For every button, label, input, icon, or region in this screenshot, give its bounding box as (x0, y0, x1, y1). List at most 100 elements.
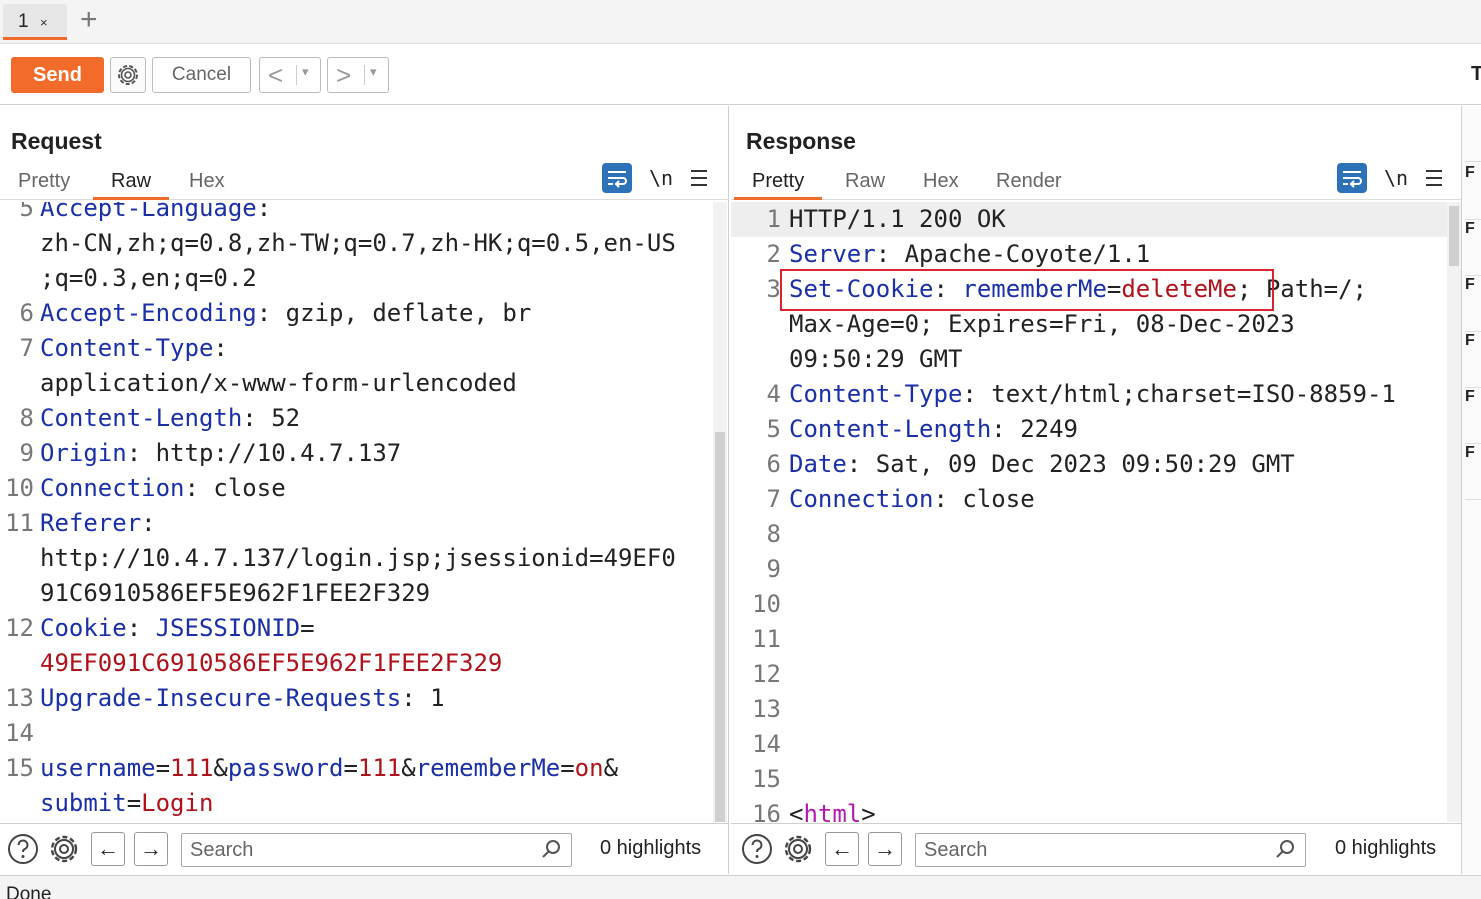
code-text: Connection: close (40, 471, 286, 506)
token-text: : http://10.4.7.137 (126, 439, 402, 467)
next-match-button[interactable]: → (134, 832, 168, 866)
line-number: 15 (5, 754, 34, 782)
scrollbar-thumb[interactable] (715, 432, 725, 822)
inspector-item[interactable]: F (1465, 444, 1481, 500)
line-number: 10 (5, 474, 34, 502)
code-text: username=111&password=111&rememberMe=on& (40, 751, 618, 786)
code-text: Referer: (40, 506, 156, 541)
token-value: Login (141, 789, 214, 817)
tab-raw[interactable]: Raw (93, 170, 170, 200)
wrap-icon (1337, 163, 1367, 193)
token-key: submit (40, 789, 127, 817)
line-number: 1 (766, 205, 781, 233)
gear-icon[interactable] (47, 832, 81, 866)
menu-button[interactable] (688, 168, 718, 198)
code-text: zh-CN,zh;q=0.8,zh-TW;q=0.7,zh-HK;q=0.5,e… (40, 226, 676, 261)
tab-render[interactable]: Render (996, 170, 1062, 200)
token-value: 111 (170, 754, 214, 782)
menu-button[interactable] (1423, 168, 1453, 198)
line-number: 12 (5, 614, 34, 642)
tab-pretty[interactable]: Pretty (734, 170, 823, 200)
search-input[interactable]: Search (181, 833, 572, 867)
line-number: 5 (766, 415, 781, 443)
show-newlines-toggle[interactable]: \n (649, 166, 673, 190)
token-text: zh-CN,zh;q=0.8,zh-TW;q=0.7,zh-HK;q=0.5,e… (40, 229, 676, 257)
tab-label: 1 (18, 11, 29, 32)
divider (296, 65, 297, 85)
inspector-item-label: F (1465, 164, 1475, 181)
tab-hex[interactable]: Hex (923, 170, 959, 200)
gear-icon (118, 65, 138, 85)
token-text: application/x-www-form-urlencoded (40, 369, 517, 397)
request-scrollbar[interactable] (713, 202, 727, 822)
line-number: 8 (19, 404, 34, 432)
chevron-down-icon[interactable]: ▾ (302, 64, 309, 80)
token-text: html (803, 800, 862, 822)
inspector-strip: F F F F F F (1462, 106, 1481, 874)
next-match-button[interactable]: → (868, 832, 902, 866)
line-number: 13 (5, 684, 34, 712)
tab-raw[interactable]: Raw (845, 170, 885, 200)
tab-hex[interactable]: Hex (189, 170, 225, 200)
code-text: Content-Type: text/html;charset=ISO-8859… (789, 377, 1396, 412)
inspector-item-label: F (1465, 220, 1475, 237)
word-wrap-button[interactable] (1337, 163, 1367, 193)
code-text: Upgrade-Insecure-Requests: 1 (40, 681, 445, 716)
inspector-item[interactable]: F (1465, 276, 1481, 332)
response-scrollbar[interactable] (1447, 202, 1461, 822)
tab-pretty[interactable]: Pretty (18, 170, 70, 200)
token-value: 49EF091C6910586EF5E962F1FEE2F329 (40, 649, 503, 677)
highlight-box (780, 269, 1274, 311)
inspector-item[interactable]: F (1465, 220, 1481, 276)
inspector-item[interactable]: F (1465, 164, 1481, 220)
add-tab-button[interactable]: + (80, 3, 98, 37)
scrollbar-thumb[interactable] (1449, 206, 1459, 266)
token-key: username (40, 754, 156, 782)
code-text: <html> (789, 797, 876, 822)
code-text: Accept-Language: (40, 202, 271, 226)
chevron-down-icon[interactable]: ▾ (370, 64, 377, 80)
inspector-item[interactable]: F (1465, 388, 1481, 444)
code-text: HTTP/1.1 200 OK (789, 202, 1006, 237)
help-icon[interactable] (6, 832, 40, 866)
show-newlines-toggle[interactable]: \n (1384, 166, 1408, 190)
code-text: Origin: http://10.4.7.137 (40, 436, 401, 471)
token-text: = (155, 754, 171, 782)
request-editor[interactable]: 5 Accept-Language: zh-CN,zh;q=0.8,zh-TW;q=… (0, 202, 713, 822)
toolbar: Send Cancel < ▾ > ▾ T (0, 44, 1481, 105)
tab-1[interactable]: 1 × (3, 4, 67, 40)
back-history-button[interactable]: < ▾ (259, 57, 321, 93)
back-arrow-icon: < (268, 60, 284, 90)
token-key: Content-Type (40, 334, 214, 362)
token-text: : Apache-Coyote/1.1 (875, 240, 1151, 268)
word-wrap-button[interactable] (602, 163, 632, 193)
token-text: : (256, 202, 272, 222)
inspector-item-label: F (1465, 276, 1475, 293)
highlights-count: 0 highlights (1335, 837, 1437, 859)
inspector-item[interactable] (1465, 106, 1481, 162)
line-number: 9 (19, 439, 34, 467)
token-text: : close (933, 485, 1035, 513)
token-text: < (789, 800, 804, 822)
search-input[interactable]: Search (915, 833, 1306, 867)
gear-icon[interactable] (781, 832, 815, 866)
help-icon[interactable] (740, 832, 774, 866)
previous-match-button[interactable]: ← (825, 832, 859, 866)
line-number: 16 (752, 800, 781, 822)
code-text: Connection: close (789, 482, 1035, 517)
token-text: : text/html;charset=ISO-8859-1 (962, 380, 1396, 408)
previous-match-button[interactable]: ← (91, 832, 125, 866)
line-number: 14 (752, 730, 781, 758)
settings-button[interactable] (110, 57, 146, 93)
inspector-item[interactable]: F (1465, 332, 1481, 388)
divider (364, 65, 365, 85)
request-panel: Request Pretty Raw Hex \n 5 Accept-Langua… (0, 106, 729, 874)
line-number: 8 (766, 520, 781, 548)
token-text: 91C6910586EF5E962F1FEE2F329 (40, 579, 431, 607)
cancel-button[interactable]: Cancel (152, 57, 251, 93)
close-icon[interactable]: × (40, 15, 48, 30)
send-button[interactable]: Send (11, 57, 104, 93)
token-value: on (574, 754, 604, 782)
hamburger-icon (1426, 170, 1442, 186)
forward-history-button[interactable]: > ▾ (327, 57, 389, 93)
